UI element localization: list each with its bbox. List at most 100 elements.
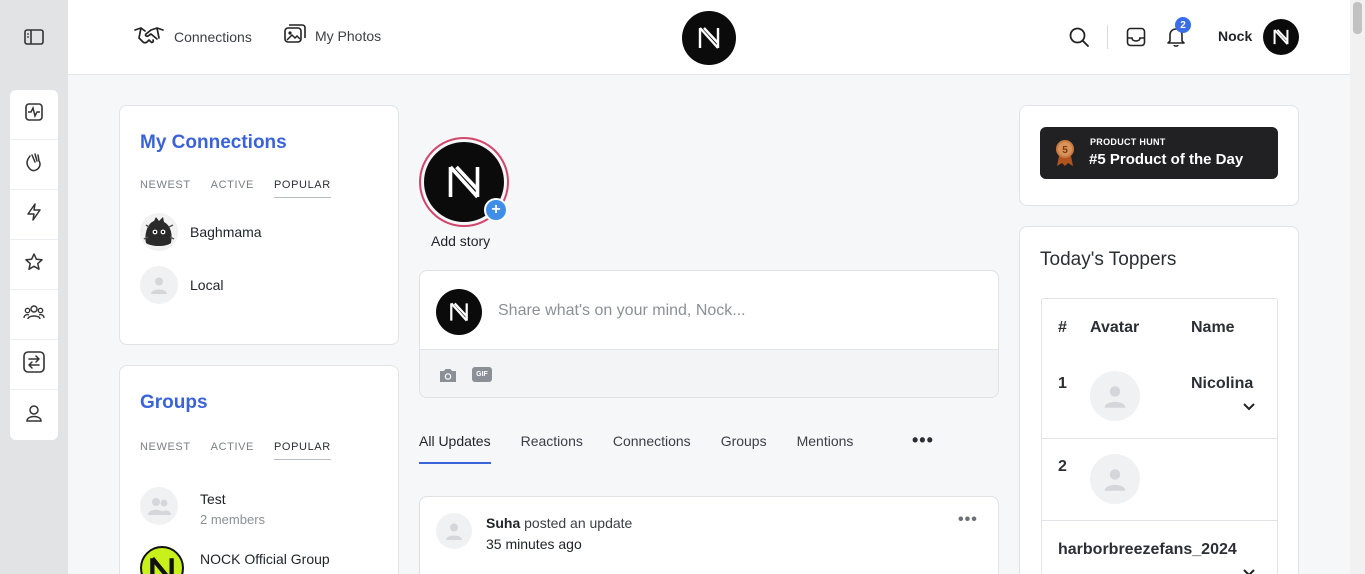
activity-icon	[24, 102, 44, 127]
toppers-table: # Avatar Name 1 Nicolina 2 harborbreezef…	[1041, 298, 1278, 574]
feed-tabs: All Updates Reactions Connections Groups…	[419, 433, 853, 464]
groups-tabs: NEWEST ACTIVE POPULAR	[140, 441, 331, 460]
rail-item-swap[interactable]	[10, 340, 58, 390]
top-header: Connections My Photos 2 Nock	[68, 0, 1350, 75]
add-story-label[interactable]: Add story	[431, 233, 490, 249]
group-avatar[interactable]	[140, 487, 178, 525]
connection-name: Local	[190, 277, 224, 293]
nav-my-photos[interactable]: My Photos	[284, 24, 381, 47]
nav-connections[interactable]: Connections	[133, 24, 252, 49]
chevron-down-icon[interactable]	[1242, 399, 1256, 417]
composer-avatar	[436, 289, 482, 335]
scrollbar-thumb[interactable]	[1353, 2, 1362, 34]
topper-name[interactable]: Nicolina	[1191, 375, 1253, 393]
post-author[interactable]: Suha	[486, 515, 520, 531]
tab-connections[interactable]: Connections	[613, 433, 691, 464]
camera-icon[interactable]	[438, 366, 458, 389]
row-divider	[1042, 438, 1277, 439]
sidebar-toggle-icon[interactable]	[22, 26, 46, 48]
add-story-plus-icon[interactable]: +	[484, 198, 508, 222]
product-hunt-card: 5 PRODUCT HUNT #5 Product of the Day	[1019, 105, 1299, 206]
connections-card: My Connections NEWEST ACTIVE POPULAR Bag…	[119, 105, 399, 345]
connections-tab-active[interactable]: ACTIVE	[211, 179, 254, 198]
photos-icon	[284, 24, 306, 47]
user-name[interactable]: Nock	[1218, 28, 1252, 44]
groups-tab-popular[interactable]: POPULAR	[274, 441, 331, 460]
avatar[interactable]	[1090, 371, 1140, 421]
profile-icon	[24, 403, 44, 428]
composer-toolbar: GIF	[420, 349, 998, 397]
rail-menu	[10, 90, 58, 440]
rail-item-star[interactable]	[10, 240, 58, 290]
tab-groups[interactable]: Groups	[721, 433, 767, 464]
swap-icon	[23, 351, 45, 378]
post-author-avatar[interactable]	[436, 513, 472, 549]
tab-mentions[interactable]: Mentions	[797, 433, 854, 464]
connections-tab-popular[interactable]: POPULAR	[274, 179, 331, 198]
group-members: 2 members	[200, 512, 266, 527]
rail-item-bolt[interactable]	[10, 190, 58, 240]
toppers-title: Today's Toppers	[1040, 249, 1177, 270]
site-logo[interactable]	[682, 11, 736, 65]
star-icon	[24, 252, 44, 277]
search-icon[interactable]	[1067, 25, 1091, 49]
post-timestamp[interactable]: 35 minutes ago	[486, 536, 582, 552]
group-avatar[interactable]	[140, 546, 184, 574]
toppers-card: Today's Toppers # Avatar Name 1 Nicolina…	[1019, 226, 1299, 574]
post-header: Suha posted an update	[486, 515, 632, 531]
post-more-icon[interactable]: •••	[958, 511, 978, 529]
column-header: #	[1058, 319, 1067, 336]
left-rail	[0, 0, 68, 574]
connections-tabs: NEWEST ACTIVE POPULAR	[140, 179, 331, 198]
topper-name[interactable]: harborbreezefans_2024	[1058, 541, 1237, 559]
avatar	[140, 266, 178, 304]
group-icon	[23, 303, 45, 326]
connection-name: Baghmama	[190, 224, 262, 240]
composer-input[interactable]: Share what's on your mind, Nock...	[498, 302, 746, 320]
rail-item-groups[interactable]	[10, 290, 58, 340]
groups-title: Groups	[140, 392, 208, 413]
list-item[interactable]: Baghmama	[140, 213, 262, 251]
groups-card: Groups NEWEST ACTIVE POPULAR Test 2 memb…	[119, 365, 399, 574]
chevron-down-icon[interactable]	[1242, 565, 1256, 574]
list-item[interactable]: Local	[140, 266, 223, 304]
column-header: Avatar	[1090, 319, 1140, 336]
post-action: posted an update	[520, 515, 633, 531]
gif-icon[interactable]: GIF	[472, 367, 492, 382]
avatar[interactable]	[1090, 454, 1140, 504]
product-hunt-badge[interactable]: 5 PRODUCT HUNT #5 Product of the Day	[1040, 127, 1278, 179]
inbox-icon[interactable]	[1124, 25, 1148, 49]
bolt-icon	[24, 202, 44, 227]
page-scrollbar[interactable]	[1350, 0, 1365, 574]
connections-tab-newest[interactable]: NEWEST	[140, 179, 191, 198]
user-avatar[interactable]	[1263, 19, 1299, 55]
rail-item-wave[interactable]	[10, 140, 58, 190]
medal-number: 5	[1062, 145, 1068, 156]
rail-item-activity[interactable]	[10, 90, 58, 140]
feed-more-icon[interactable]: •••	[912, 430, 934, 451]
handshake-icon	[133, 24, 165, 49]
nav-connections-label: Connections	[174, 28, 252, 45]
row-divider	[1042, 520, 1277, 521]
wave-hand-icon	[23, 151, 45, 178]
rail-item-profile[interactable]	[10, 390, 58, 440]
topper-rank: 2	[1058, 458, 1067, 475]
groups-tab-newest[interactable]: NEWEST	[140, 441, 191, 460]
header-divider	[1107, 25, 1108, 49]
product-hunt-top: PRODUCT HUNT	[1090, 137, 1166, 147]
groups-tab-active[interactable]: ACTIVE	[211, 441, 254, 460]
tab-all-updates[interactable]: All Updates	[419, 433, 491, 464]
avatar	[140, 213, 178, 251]
notification-badge: 2	[1175, 17, 1191, 33]
connections-title: My Connections	[140, 132, 287, 153]
post-composer[interactable]: Share what's on your mind, Nock... GIF	[419, 270, 999, 398]
group-name[interactable]: Test	[200, 491, 226, 507]
product-hunt-main: #5 Product of the Day	[1089, 151, 1244, 168]
activity-post: Suha posted an update 35 minutes ago •••	[419, 496, 999, 574]
topper-rank: 1	[1058, 375, 1067, 392]
group-name[interactable]: NOCK Official Group	[200, 551, 330, 567]
nav-my-photos-label: My Photos	[315, 27, 382, 44]
medal-icon: 5	[1054, 139, 1076, 167]
column-header: Name	[1191, 319, 1235, 336]
tab-reactions[interactable]: Reactions	[521, 433, 583, 464]
